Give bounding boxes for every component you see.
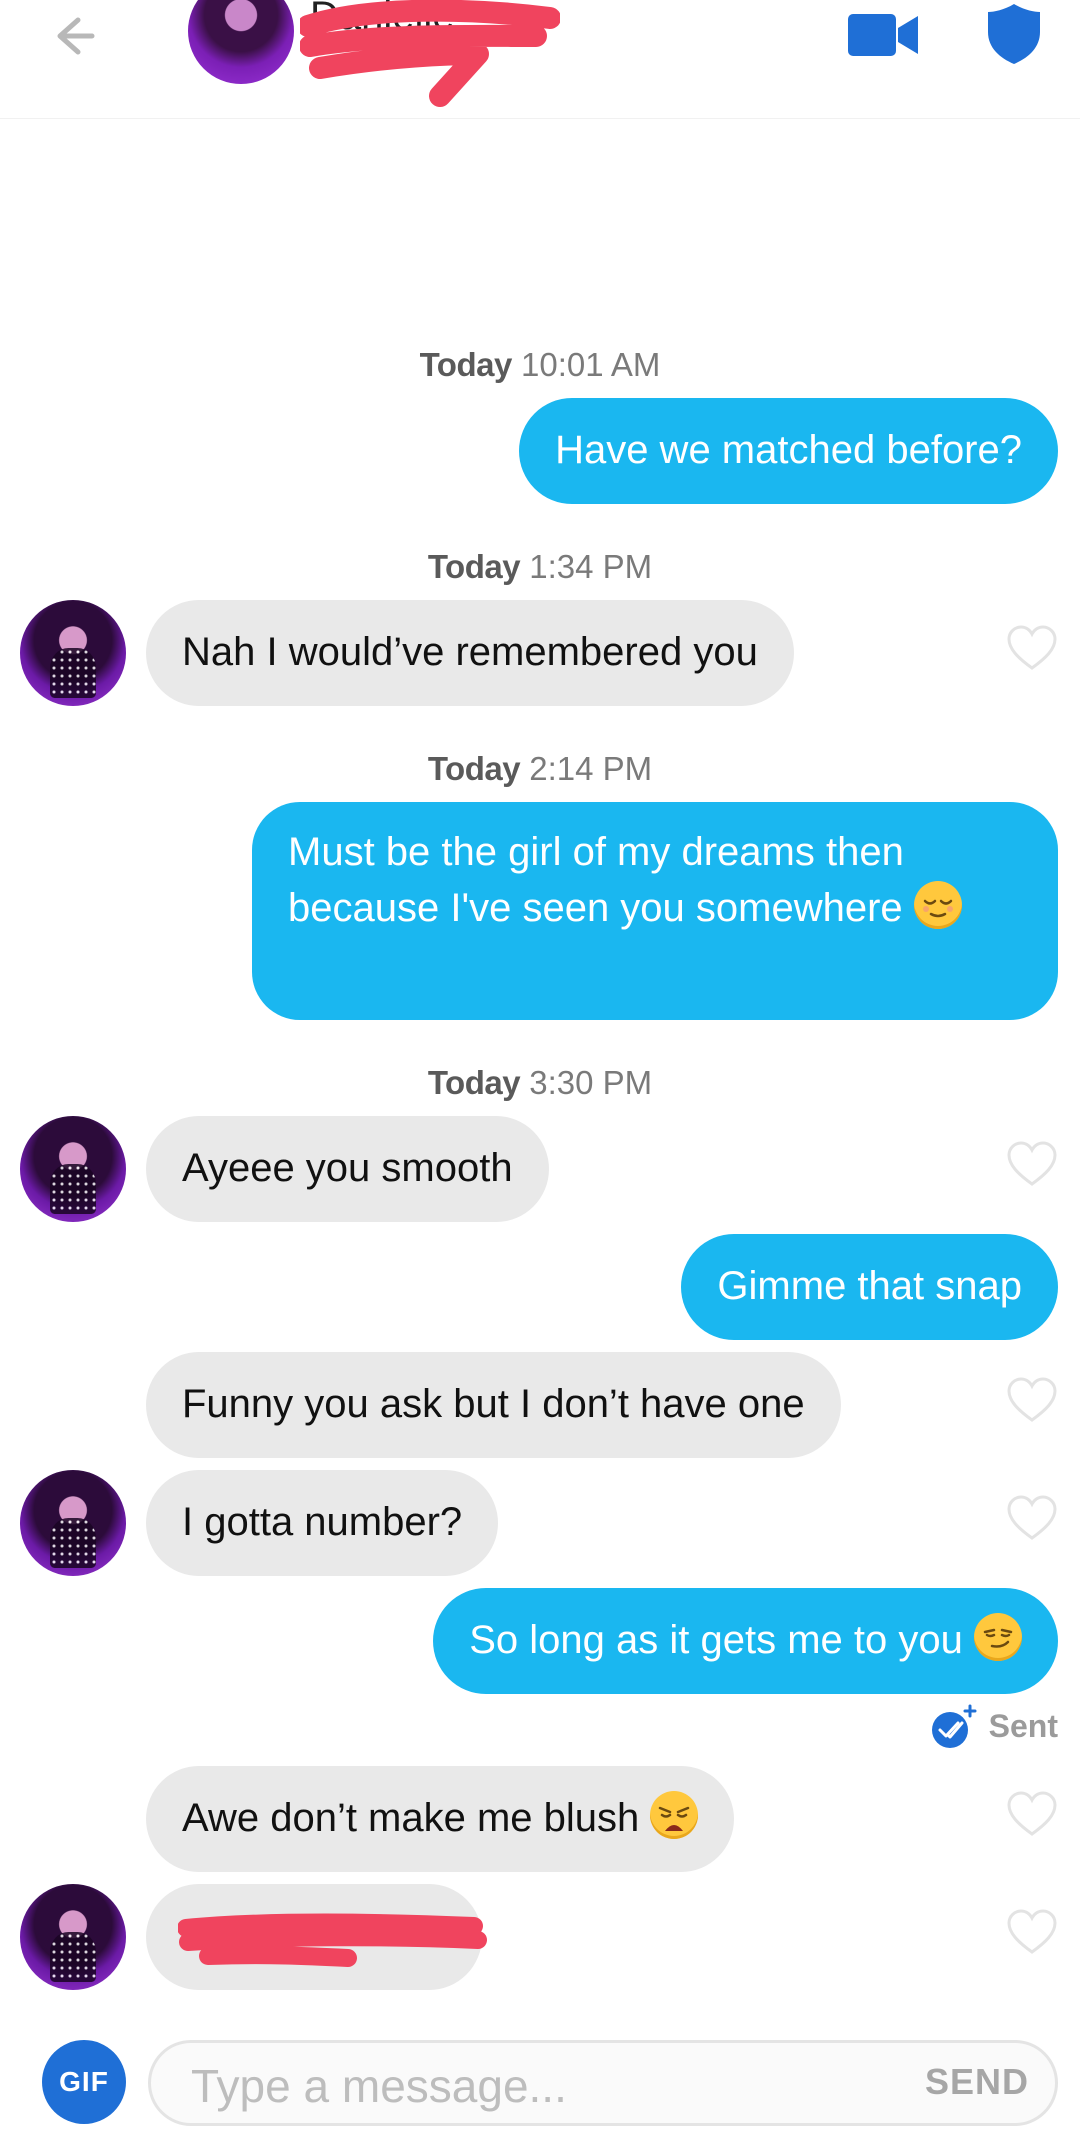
- heart-icon[interactable]: [1006, 1790, 1058, 1838]
- message-text: Nah I would’ve remembered you: [182, 630, 758, 674]
- chat-screen: Danielle Today 10:01 AM Have we matched …: [0, 0, 1080, 2148]
- incoming-message[interactable]: Ayeee you smooth: [146, 1116, 549, 1222]
- message-text: Must be the girl of my dreams then becau…: [288, 830, 904, 930]
- incoming-message[interactable]: Nah I would’ve remembered you: [146, 600, 794, 706]
- message-text: Have we matched before?: [555, 428, 1022, 472]
- timestamp-day: Today: [427, 548, 521, 585]
- timestamp-time: 1:34 PM: [529, 548, 653, 585]
- relieved-face-emoji: [913, 881, 962, 929]
- outgoing-message[interactable]: Must be the girl of my dreams then becau…: [252, 802, 1058, 1020]
- timestamp-day: Today: [427, 1064, 521, 1101]
- arrow-left-icon[interactable]: [44, 6, 104, 66]
- timestamp: Today 10:01 AM: [0, 346, 1080, 384]
- contact-avatar[interactable]: [20, 1116, 126, 1222]
- heart-icon[interactable]: [1006, 1140, 1058, 1188]
- video-camera-icon[interactable]: [848, 10, 920, 60]
- message-text: Funny you ask but I don’t have one: [182, 1382, 805, 1426]
- contact-avatar[interactable]: [20, 600, 126, 706]
- sent-status: Sent: [988, 1708, 1058, 1744]
- contact-avatar[interactable]: [188, 0, 294, 84]
- message-input[interactable]: [189, 2055, 833, 2117]
- contact-avatar[interactable]: [20, 1884, 126, 1990]
- incoming-message[interactable]: I gotta number?: [146, 1470, 499, 1576]
- timestamp-time: 10:01 AM: [520, 346, 661, 383]
- weary-face-emoji: [650, 1791, 699, 1839]
- outgoing-message[interactable]: So long as it gets me to you: [433, 1588, 1058, 1694]
- shield-icon[interactable]: [986, 2, 1042, 66]
- redaction-scribble: [178, 1913, 487, 1967]
- incoming-message[interactable]: Awe don’t make me blush: [146, 1766, 735, 1872]
- message-text: Ayeee you smooth: [182, 1146, 513, 1190]
- message-composer: SEND: [148, 2040, 1058, 2126]
- outgoing-message[interactable]: Have we matched before?: [519, 398, 1058, 504]
- redaction-scribble: [300, 0, 560, 107]
- chat-header: Danielle: [0, 0, 1080, 119]
- timestamp-time: 2:14 PM: [529, 750, 653, 787]
- outgoing-message[interactable]: Gimme that snap: [681, 1234, 1058, 1340]
- timestamp: Today 1:34 PM: [0, 548, 1080, 586]
- read-receipt-icon: [932, 1704, 977, 1748]
- timestamp-day: Today: [419, 346, 513, 383]
- timestamp-day: Today: [427, 750, 521, 787]
- timestamp-time: 3:30 PM: [529, 1064, 653, 1101]
- send-button[interactable]: SEND: [925, 2061, 1029, 2103]
- message-text: Awe don’t make me blush: [182, 1796, 640, 1840]
- heart-icon[interactable]: [1006, 1376, 1058, 1424]
- incoming-message[interactable]: Funny you ask but I don’t have one: [146, 1352, 841, 1458]
- message-text: I gotta number?: [182, 1500, 463, 1544]
- contact-avatar[interactable]: [20, 1470, 126, 1576]
- smirking-face-emoji: [974, 1613, 1022, 1661]
- heart-icon[interactable]: [1006, 624, 1058, 672]
- message-text: Gimme that snap: [717, 1264, 1022, 1308]
- heart-icon[interactable]: [1006, 1908, 1058, 1956]
- heart-icon[interactable]: [1006, 1494, 1058, 1542]
- timestamp: Today 2:14 PM: [0, 750, 1080, 788]
- timestamp: Today 3:30 PM: [0, 1064, 1080, 1102]
- message-text: So long as it gets me to you: [469, 1618, 963, 1662]
- gif-button[interactable]: GIF: [42, 2040, 126, 2124]
